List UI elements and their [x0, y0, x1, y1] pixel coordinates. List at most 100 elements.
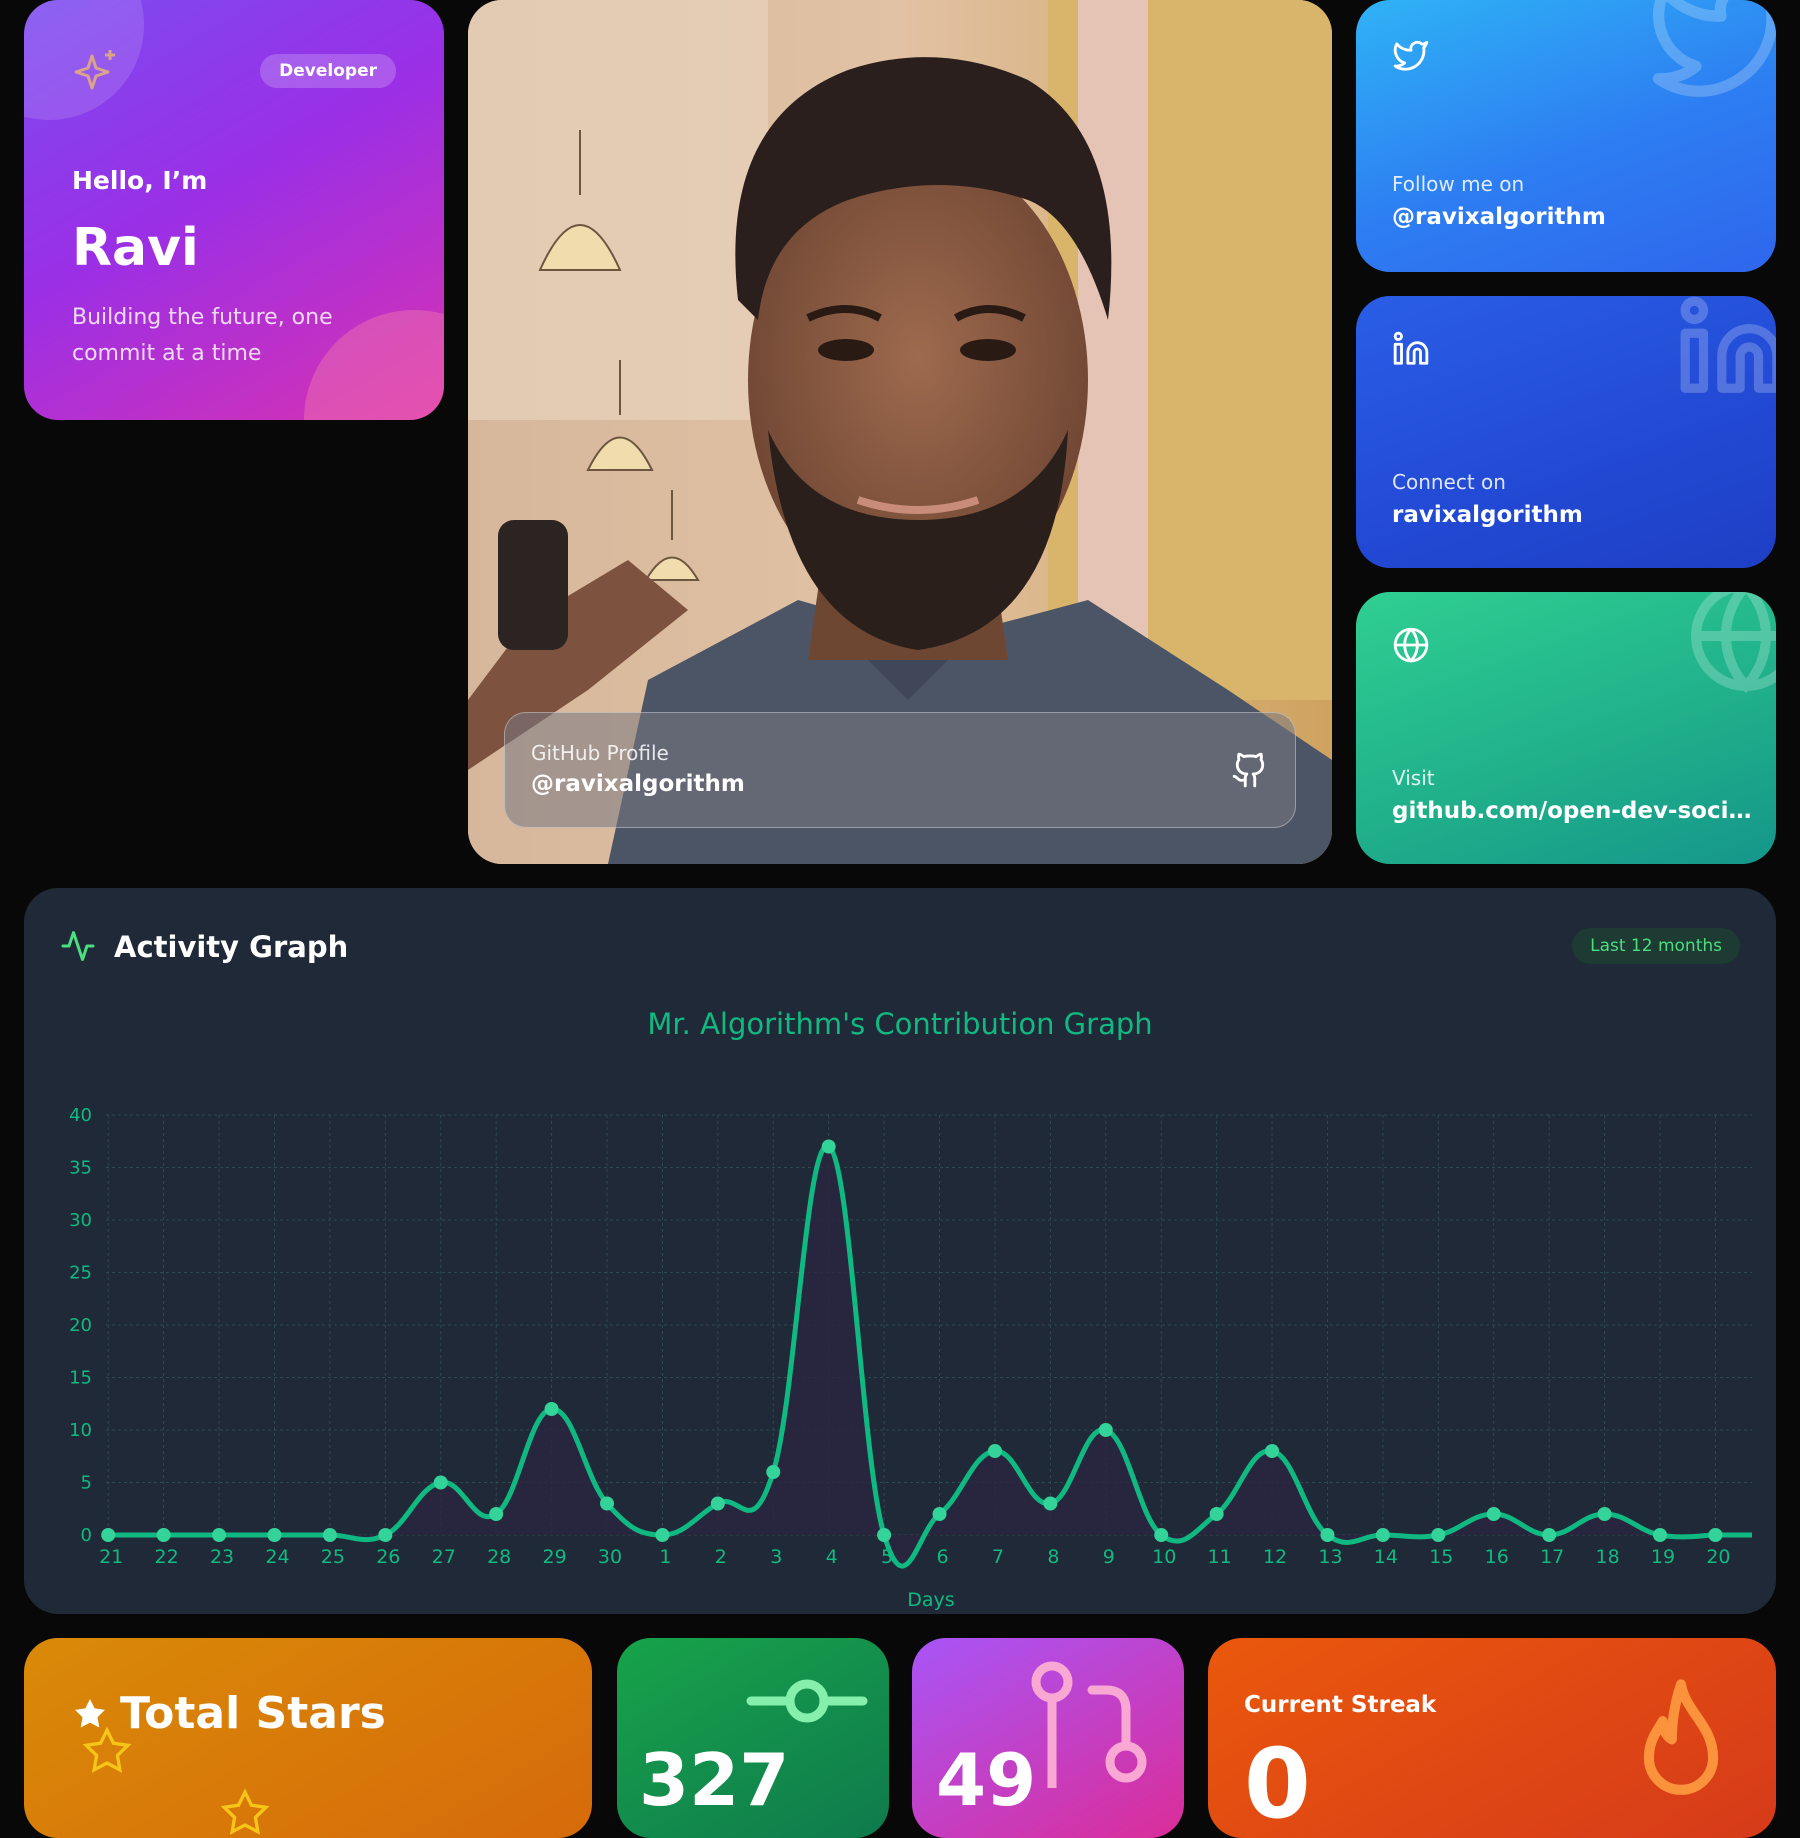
- data-point[interactable]: [1597, 1507, 1612, 1521]
- github-icon: [1232, 752, 1265, 788]
- role-badge: Developer: [260, 54, 396, 88]
- data-point[interactable]: [1542, 1528, 1557, 1542]
- x-tick-label: 26: [376, 1546, 400, 1568]
- twitter-icon: [1393, 40, 1429, 71]
- twitter-handle: @ravixalgorithm: [1392, 204, 1606, 230]
- y-tick-label: 0: [81, 1525, 92, 1546]
- git-pull-request-icon: [1031, 1661, 1147, 1788]
- sparkles-icon: [74, 50, 115, 90]
- x-tick-label: 18: [1595, 1546, 1619, 1568]
- pull-requests-count: 49: [936, 1738, 1037, 1822]
- x-tick-label: 6: [936, 1546, 948, 1568]
- x-tick-label: 21: [99, 1546, 123, 1568]
- x-tick-label: 29: [542, 1546, 566, 1568]
- linkedin-icon: [1393, 331, 1429, 365]
- data-point[interactable]: [821, 1139, 836, 1154]
- commits-card: 327: [617, 1638, 889, 1838]
- x-tick-label: 30: [598, 1546, 622, 1568]
- x-tick-label: 9: [1103, 1546, 1115, 1568]
- data-point[interactable]: [710, 1496, 725, 1511]
- x-tick-label: 22: [155, 1546, 179, 1568]
- x-tick-label: 27: [432, 1546, 456, 1568]
- y-tick-label: 30: [69, 1210, 92, 1231]
- globe-icon: [1691, 592, 1776, 694]
- twitter-label: Follow me on: [1392, 172, 1525, 196]
- website-url: github.com/open-dev-socie...: [1392, 798, 1752, 824]
- data-point[interactable]: [156, 1528, 171, 1542]
- data-point[interactable]: [322, 1528, 337, 1542]
- linkedin-handle: ravixalgorithm: [1392, 502, 1583, 528]
- data-point[interactable]: [1320, 1528, 1335, 1542]
- data-point[interactable]: [433, 1475, 448, 1490]
- chart-title: Mr. Algorithm's Contribution Graph: [647, 1007, 1152, 1041]
- x-tick-label: 2: [715, 1546, 727, 1568]
- data-point[interactable]: [877, 1528, 892, 1542]
- y-tick-label: 10: [69, 1420, 92, 1441]
- contribution-chart: Mr. Algorithm's Contribution Graph Days …: [69, 1007, 1753, 1611]
- data-point[interactable]: [1209, 1507, 1224, 1521]
- data-point[interactable]: [932, 1507, 947, 1521]
- data-point[interactable]: [1431, 1528, 1446, 1542]
- x-tick-label: 19: [1651, 1546, 1675, 1568]
- current-streak-label: Current Streak: [1244, 1692, 1437, 1718]
- data-point[interactable]: [101, 1528, 116, 1542]
- profile-photo-card[interactable]: GitHub Profile @ravixalgorithm: [468, 0, 1332, 864]
- x-tick-label: 3: [770, 1546, 782, 1568]
- data-point[interactable]: [600, 1496, 615, 1511]
- total-stars-title: Total Stars: [120, 1688, 386, 1739]
- website-card[interactable]: Visit github.com/open-dev-socie...: [1356, 592, 1776, 864]
- greeting: Hello, I’m: [72, 166, 208, 195]
- website-label: Visit: [1392, 766, 1435, 790]
- twitter-card[interactable]: Follow me on @ravixalgorithm: [1356, 0, 1776, 272]
- data-point[interactable]: [987, 1444, 1002, 1458]
- star-outline-icon: [82, 1726, 132, 1773]
- y-tick-label: 5: [81, 1473, 92, 1494]
- data-point[interactable]: [1486, 1507, 1501, 1521]
- data-point[interactable]: [1265, 1444, 1280, 1458]
- x-tick-label: 16: [1485, 1546, 1509, 1568]
- x-tick-label: 28: [487, 1546, 511, 1568]
- x-tick-label: 13: [1318, 1546, 1342, 1568]
- data-point[interactable]: [212, 1528, 227, 1542]
- x-tick-label: 8: [1047, 1546, 1059, 1568]
- data-point[interactable]: [1098, 1423, 1113, 1437]
- x-tick-label: 11: [1208, 1546, 1232, 1568]
- flame-icon: [1643, 1679, 1719, 1795]
- github-profile-label: GitHub Profile: [531, 741, 669, 765]
- data-point[interactable]: [489, 1507, 504, 1521]
- y-tick-label: 40: [69, 1105, 92, 1126]
- y-tick-label: 25: [69, 1263, 92, 1284]
- data-point[interactable]: [1708, 1528, 1723, 1542]
- data-point[interactable]: [544, 1402, 559, 1416]
- x-tick-label: 20: [1706, 1546, 1730, 1568]
- y-tick-label: 20: [69, 1315, 92, 1336]
- series-line: [108, 1143, 1752, 1569]
- data-point[interactable]: [1653, 1528, 1668, 1542]
- series-area: [108, 1146, 1753, 1567]
- x-tick-label: 12: [1263, 1546, 1287, 1568]
- github-profile-link[interactable]: GitHub Profile @ravixalgorithm: [504, 712, 1296, 828]
- activity-graph-card: Activity Graph Last 12 months Mr. Algori…: [24, 888, 1776, 1614]
- commits-count: 327: [639, 1738, 790, 1822]
- data-point[interactable]: [766, 1465, 781, 1479]
- current-streak-card: Current Streak 0: [1208, 1638, 1776, 1838]
- linkedin-icon: [1680, 296, 1776, 393]
- y-tick-label: 15: [69, 1368, 92, 1389]
- data-point[interactable]: [1154, 1528, 1169, 1542]
- data-point[interactable]: [267, 1528, 282, 1542]
- profile-name: Ravi: [72, 218, 199, 278]
- github-handle: @ravixalgorithm: [531, 771, 745, 797]
- x-tick-label: 23: [210, 1546, 234, 1568]
- x-tick-label: 1: [659, 1546, 671, 1568]
- total-stars-card: Total Stars: [24, 1638, 592, 1838]
- x-tick-label: 7: [992, 1546, 1004, 1568]
- x-tick-label: 15: [1429, 1546, 1453, 1568]
- chart-x-axis-label: Days: [907, 1589, 954, 1611]
- data-point[interactable]: [655, 1528, 670, 1542]
- data-point[interactable]: [1043, 1496, 1058, 1511]
- x-tick-label: 10: [1152, 1546, 1176, 1568]
- data-point[interactable]: [1375, 1528, 1390, 1542]
- tagline: Building the future, one commit at a tim…: [72, 305, 333, 366]
- linkedin-card[interactable]: Connect on ravixalgorithm: [1356, 296, 1776, 568]
- data-point[interactable]: [378, 1528, 393, 1542]
